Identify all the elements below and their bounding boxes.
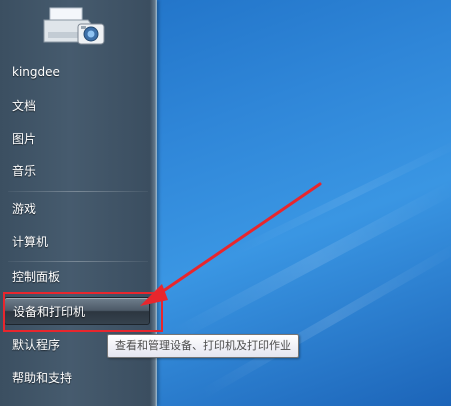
printer-camera-icon[interactable]	[40, 2, 108, 50]
menu-item-control-panel[interactable]: 控制面板	[4, 263, 150, 291]
menu-separator	[8, 191, 148, 192]
screen: kingdee 文档 图片 音乐 游戏 计算机 控制面板 设备和打印机 默认程序…	[0, 0, 451, 406]
wallpaper-streak	[200, 240, 451, 399]
menu-item-music[interactable]: 音乐	[4, 157, 150, 185]
menu-separator	[8, 261, 148, 262]
menu-item-username[interactable]: kingdee	[4, 58, 150, 86]
wallpaper-streak	[170, 179, 451, 343]
menu-item-help-and-support[interactable]: 帮助和支持	[4, 364, 150, 392]
menu-item-pictures[interactable]: 图片	[4, 125, 150, 153]
annotation-highlight-box	[3, 292, 163, 332]
tooltip: 查看和管理设备、打印机及打印作业	[107, 334, 299, 358]
menu-item-documents[interactable]: 文档	[4, 92, 150, 120]
menu-item-games[interactable]: 游戏	[4, 195, 150, 223]
menu-item-computer[interactable]: 计算机	[4, 228, 150, 256]
